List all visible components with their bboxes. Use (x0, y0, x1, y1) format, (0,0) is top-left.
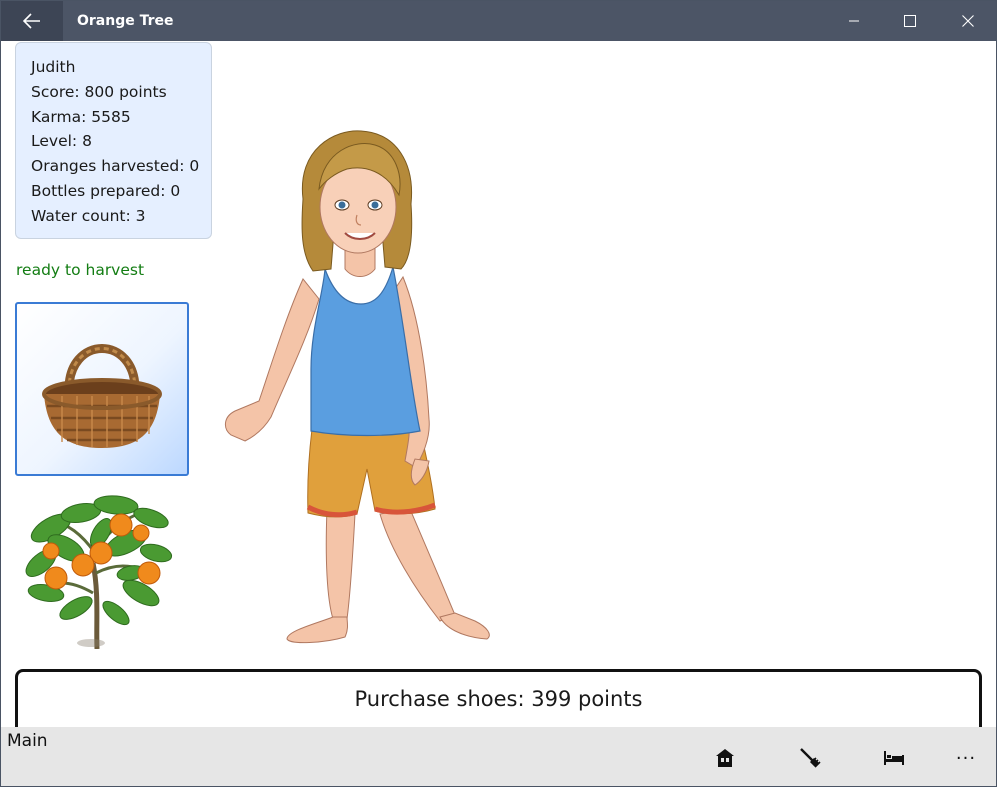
title-bar: Orange Tree (1, 1, 996, 41)
minimize-button[interactable] (831, 1, 877, 41)
status-text: ready to harvest (16, 261, 145, 279)
home-icon (716, 749, 734, 767)
bed-icon (884, 751, 904, 765)
player-name: Judith (31, 58, 76, 76)
minimize-icon (849, 20, 859, 22)
back-arrow-icon (23, 13, 40, 29)
window-title: Orange Tree (77, 13, 174, 29)
maximize-icon (904, 15, 916, 27)
character-image (225, 130, 490, 644)
harvest-basket-button[interactable] (15, 302, 189, 476)
karma-text: Karma: 5585 (31, 107, 131, 126)
water-count-text: Water count: 3 (31, 206, 146, 225)
player-stats-panel: Judith Score: 800 points Karma: 5585 Lev… (15, 42, 212, 239)
basket-icon (42, 344, 162, 448)
command-bar: Main ··· (1, 727, 996, 786)
purchase-shoes-button[interactable]: Purchase shoes: 399 points (15, 669, 982, 731)
command-bar-label: Main (7, 731, 48, 751)
sleep-button[interactable] (874, 741, 914, 775)
bottles-prepared-text: Bottles prepared: 0 (31, 181, 181, 200)
more-icon: ··· (955, 747, 977, 769)
score-text: Score: 800 points (31, 82, 167, 101)
rake-button[interactable] (790, 741, 830, 775)
back-button[interactable] (1, 1, 63, 41)
close-button[interactable] (945, 1, 991, 41)
more-button[interactable]: ··· (946, 741, 986, 775)
app-window: Orange Tree Judith Score: 800 points Kar… (0, 0, 997, 787)
level-text: Level: 8 (31, 132, 92, 151)
oranges-harvested-text: Oranges harvested: 0 (31, 157, 200, 176)
maximize-button[interactable] (887, 1, 933, 41)
rake-icon (800, 748, 821, 768)
close-icon (962, 15, 974, 27)
orange-tree-image (25, 495, 173, 649)
home-button[interactable] (705, 741, 745, 775)
